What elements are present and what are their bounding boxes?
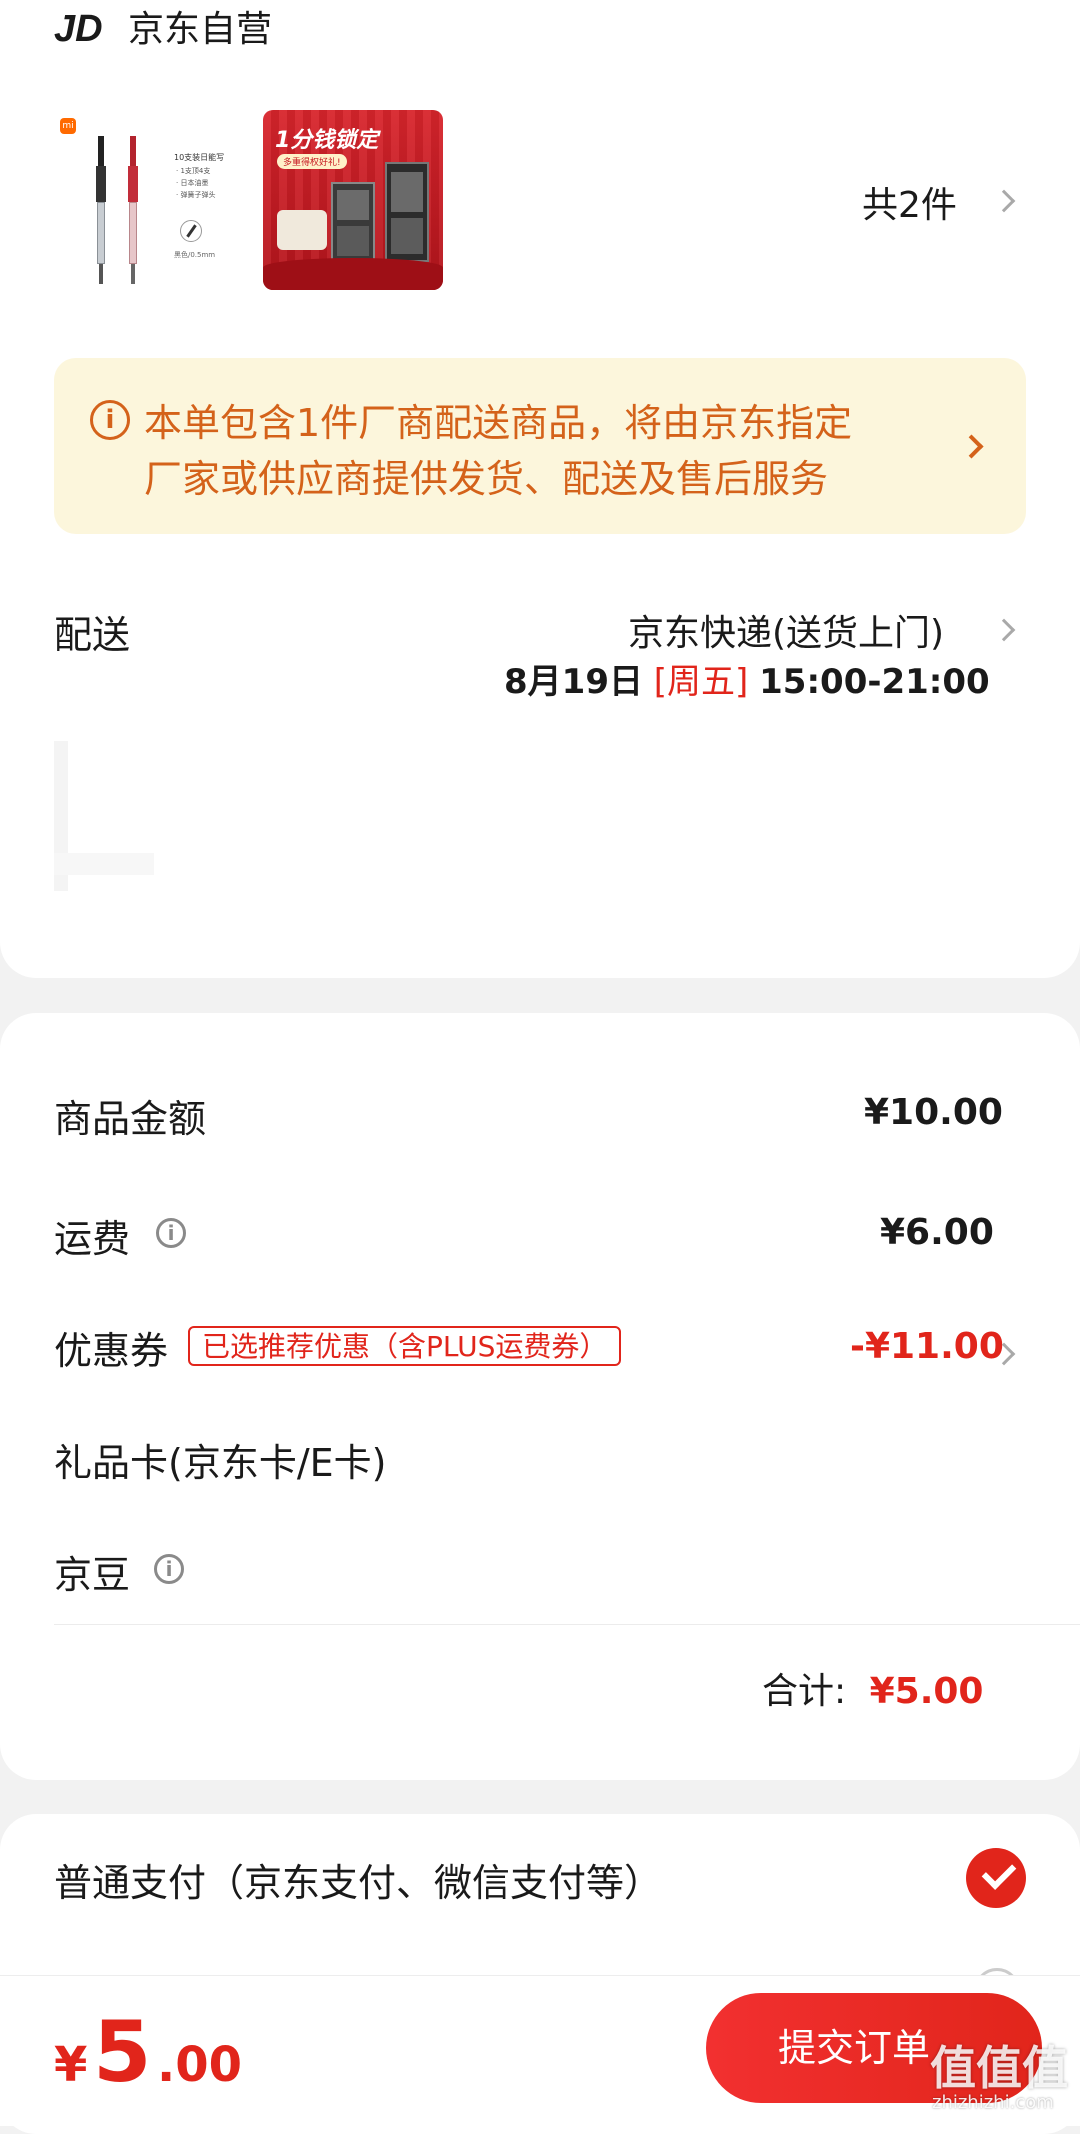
coupon-tag[interactable]: 已选推荐优惠（含PLUS运费券） <box>188 1326 622 1366</box>
pen-feature-1: 10支装日能写 <box>174 153 225 162</box>
goods-amount-label: 商品金额 <box>54 1097 207 1141</box>
pen-color-note: 黑色/0.5mm <box>174 251 216 259</box>
notice-line-1: 本单包含1件厂商配送商品，将由京东指定 <box>144 401 853 445</box>
pen-tip-icon <box>180 220 202 242</box>
info-icon[interactable]: i <box>154 1554 184 1584</box>
notice-line-2: 厂家或供应商提供发货、配送及售后服务 <box>144 457 829 501</box>
delivery-date: 8月19日 <box>504 662 643 702</box>
jingdou-label[interactable]: 京豆 <box>54 1544 130 1599</box>
coupon-label: 优惠券 <box>54 1329 169 1373</box>
redacted-address-area <box>54 735 974 900</box>
appliance-image <box>277 210 327 250</box>
cabinet-image <box>331 182 375 262</box>
notice-chevron-icon <box>959 434 984 459</box>
product-thumb-cabinet[interactable]: 1分钱锁定 多重得权好礼! <box>263 110 443 290</box>
shipping-label: 运费 <box>54 1217 131 1261</box>
promo-subline: 多重得权好礼! <box>277 154 347 169</box>
total-value: ¥5.00 <box>869 1671 984 1712</box>
cabinet-image-2 <box>385 162 429 262</box>
currency-symbol: ¥ <box>54 2037 88 2093</box>
check-circle-icon[interactable] <box>966 1848 1026 1908</box>
pen-feature-4: · 弹簧子弹头 <box>176 191 216 199</box>
delivery-weekday: [周五] <box>653 662 749 702</box>
product-count[interactable]: 共2件 <box>862 176 957 228</box>
pen-feature-3: · 日本油墨 <box>176 179 209 187</box>
watermark-url: zhizhizhi.com <box>932 2092 1054 2113</box>
jd-logo: JD <box>54 8 103 50</box>
info-icon[interactable]: i <box>156 1218 186 1248</box>
podium <box>263 258 443 290</box>
delivery-window: 15:00-21:00 <box>759 662 990 702</box>
summary-divider <box>54 1624 1080 1625</box>
delivery-time[interactable]: 8月19日 [周五] 15:00-21:00 <box>504 654 990 703</box>
price-integer: 5 <box>92 2003 152 2101</box>
coupon-value[interactable]: -¥11.00 <box>850 1326 1004 1367</box>
product-thumb-pens[interactable]: mi 10支装日能写 · 1支顶4支 · 日本油墨 · 弹簧子弹头 黑色/0.5… <box>54 110 234 290</box>
delivery-method[interactable]: 京东快递(送货上门) <box>628 604 944 656</box>
shipping-value: ¥6.00 <box>880 1212 994 1253</box>
total-label: 合计: <box>762 1671 847 1712</box>
goods-amount-value: ¥10.00 <box>864 1092 1003 1133</box>
mi-badge-icon: mi <box>60 118 76 134</box>
pen-feature-2: · 1支顶4支 <box>176 167 211 175</box>
black-pen-image <box>96 136 106 286</box>
gift-card-label[interactable]: 礼品卡(京东卡/E卡) <box>54 1432 386 1487</box>
submit-order-label: 提交订单 <box>777 2026 930 2070</box>
store-header: JD 京东自营 <box>54 0 272 50</box>
info-icon: i <box>90 400 130 440</box>
footer-price: ¥ 5 .00 <box>54 2010 242 2094</box>
price-decimal: .00 <box>157 2037 243 2093</box>
total-row: 合计: ¥5.00 <box>762 1662 983 1714</box>
promo-headline: 1分钱锁定 <box>275 128 379 153</box>
payment-option-label[interactable]: 普通支付（京东支付、微信支付等） <box>54 1852 662 1907</box>
red-pen-image <box>128 136 138 286</box>
store-name: 京东自营 <box>128 9 273 50</box>
vendor-notice-banner[interactable]: i 本单包含1件厂商配送商品，将由京东指定 厂家或供应商提供发货、配送及售后服务 <box>54 358 1026 534</box>
watermark-logo: 值值值 <box>930 2041 1068 2095</box>
delivery-label: 配送 <box>54 613 131 657</box>
